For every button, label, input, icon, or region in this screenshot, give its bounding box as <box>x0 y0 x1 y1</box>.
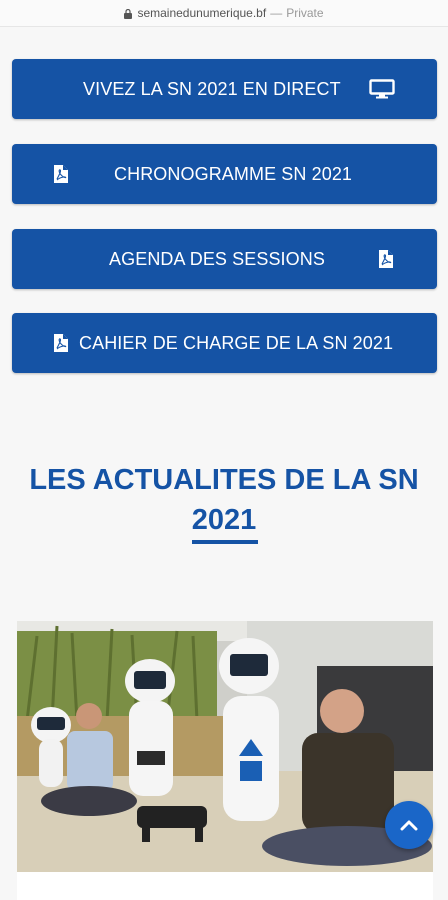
scroll-to-top-button[interactable] <box>385 801 433 849</box>
agenda-sessions-button-label: AGENDA DES SESSIONS <box>109 249 325 269</box>
browser-url-bar[interactable]: semainedunumerique.bf — Private <box>0 0 448 27</box>
pdf-file-icon <box>54 334 68 352</box>
chevron-up-icon <box>400 820 418 831</box>
news-title-line-1: LES ACTUALITES DE LA SN <box>29 464 419 496</box>
news-card-footer <box>17 872 433 900</box>
live-stream-button-label: VIVEZ LA SN 2021 EN DIRECT <box>83 79 341 99</box>
news-title-line-2: 2021 <box>191 504 257 536</box>
chronogramme-button[interactable]: CHRONOGRAMME SN 2021 <box>12 144 437 204</box>
pdf-file-icon <box>379 250 393 268</box>
live-stream-button[interactable]: VIVEZ LA SN 2021 EN DIRECT <box>12 59 437 119</box>
title-underline <box>192 540 258 544</box>
url-text: semainedunumerique.bf <box>137 6 267 20</box>
news-article-photo[interactable] <box>17 621 433 872</box>
robots-photo-illustration <box>17 621 433 872</box>
news-section-title: LES ACTUALITES DE LA SN 2021 <box>0 460 448 540</box>
cahier-de-charge-button[interactable]: CAHIER DE CHARGE DE LA SN 2021 <box>12 313 437 373</box>
cahier-de-charge-button-label: CAHIER DE CHARGE DE LA SN 2021 <box>79 333 394 353</box>
chronogramme-button-label: CHRONOGRAMME SN 2021 <box>114 164 353 184</box>
private-label: Private <box>286 6 324 20</box>
desktop-icon <box>369 79 395 99</box>
pdf-file-icon <box>54 165 68 183</box>
lock-icon <box>124 9 133 19</box>
url-separator: — <box>270 6 283 20</box>
agenda-sessions-button[interactable]: AGENDA DES SESSIONS <box>12 229 437 289</box>
